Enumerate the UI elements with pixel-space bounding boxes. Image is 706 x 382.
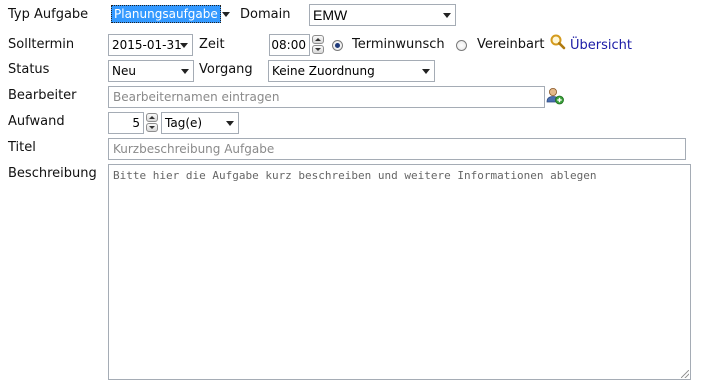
solltermin-select[interactable]: 2015-01-31 [108, 34, 193, 56]
stepper-up-icon[interactable] [146, 113, 158, 122]
solltermin-label: Solltermin [8, 37, 75, 52]
beschreibung-label: Beschreibung [8, 166, 97, 181]
vereinbart-radio[interactable] [456, 40, 467, 51]
typ-aufgabe-label: Typ Aufgabe [8, 7, 89, 22]
stepper-up-icon[interactable] [312, 35, 324, 44]
vorgang-label: Vorgang [199, 62, 253, 77]
chevron-down-icon [180, 43, 188, 48]
zeit-stepper[interactable] [312, 35, 324, 55]
stepper-down-icon[interactable] [146, 123, 158, 132]
add-user-icon[interactable] [546, 87, 564, 105]
beschreibung-textarea[interactable]: Bitte hier die Aufgabe kurz beschreiben … [108, 164, 691, 380]
aufwand-unit-value: Tag(e) [165, 116, 203, 130]
typ-aufgabe-value: Planungsaufgabe [111, 5, 221, 23]
chevron-down-icon [181, 69, 189, 74]
vereinbart-label: Vereinbart [477, 37, 545, 52]
chevron-down-icon [422, 69, 430, 74]
stepper-down-icon[interactable] [312, 45, 324, 54]
aufwand-unit-select[interactable]: Tag(e) [161, 112, 239, 134]
solltermin-value: 2015-01-31 [112, 38, 182, 52]
domain-label: Domain [240, 7, 291, 22]
titel-label: Titel [8, 140, 36, 155]
zeit-input[interactable]: 08:00 [269, 34, 310, 56]
vorgang-select[interactable]: Keine Zuordnung [268, 60, 435, 82]
titel-input[interactable]: Kurzbeschreibung Aufgabe [108, 138, 686, 160]
status-label: Status [8, 62, 50, 77]
chevron-down-icon [443, 13, 451, 18]
domain-select[interactable]: EMW [309, 4, 456, 26]
aufwand-stepper[interactable] [146, 113, 158, 133]
status-select[interactable]: Neu [108, 60, 194, 82]
vorgang-value: Keine Zuordnung [272, 64, 375, 78]
aufwand-label: Aufwand [8, 114, 65, 129]
resize-grip-icon[interactable] [681, 370, 689, 378]
typ-aufgabe-select[interactable]: Planungsaufgabe [108, 4, 234, 26]
beschreibung-placeholder: Bitte hier die Aufgabe kurz beschreiben … [113, 169, 597, 182]
domain-value: EMW [313, 7, 348, 23]
bearbeiter-input[interactable]: Bearbeiternamen eintragen [108, 86, 545, 108]
magnifier-icon[interactable] [549, 33, 567, 51]
uebersicht-link[interactable]: Übersicht [570, 38, 632, 54]
bearbeiter-label: Bearbeiter [8, 88, 77, 103]
status-value: Neu [112, 64, 136, 78]
chevron-down-icon [222, 12, 230, 17]
aufwand-input[interactable]: 5 [108, 112, 144, 134]
terminwunsch-radio[interactable] [332, 40, 343, 51]
zeit-label: Zeit [199, 37, 225, 52]
terminwunsch-label: Terminwunsch [352, 37, 445, 52]
chevron-down-icon [226, 121, 234, 126]
